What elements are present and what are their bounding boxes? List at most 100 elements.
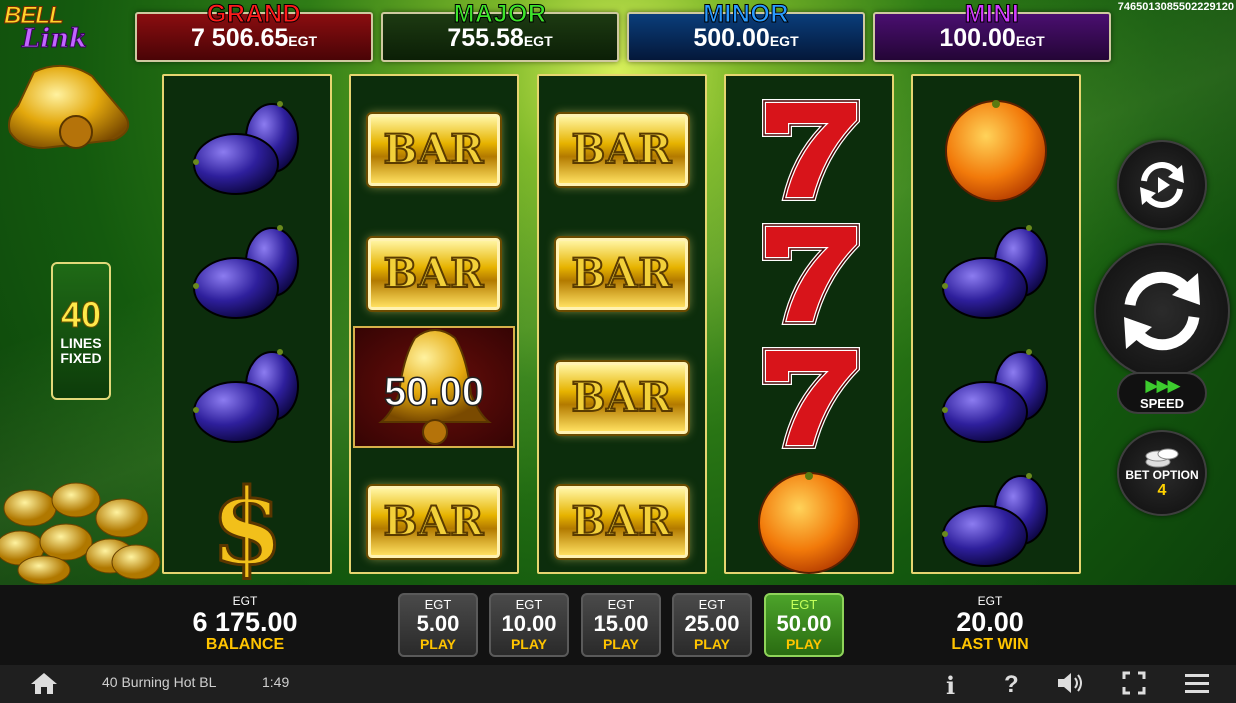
last-win-label: LAST WIN xyxy=(951,636,1029,653)
reel-cell: BAR xyxy=(539,460,705,583)
spin-icon xyxy=(1124,271,1200,351)
jackpot-major: MAJOR 755.58EGT xyxy=(381,0,619,62)
plum-icon xyxy=(193,100,299,195)
autoplay-icon xyxy=(1140,162,1184,208)
reel-2: BAR BAR 50.00 BAR xyxy=(349,74,519,574)
bar-label: BAR xyxy=(382,125,485,174)
bet-button[interactable]: EGT 15.00 PLAY xyxy=(581,593,661,657)
home-icon[interactable] xyxy=(30,671,58,695)
bet-button[interactable]: EGT 25.00 PLAY xyxy=(672,593,752,657)
menu-icon[interactable] xyxy=(1184,671,1210,695)
bet-play-label: PLAY xyxy=(419,636,457,652)
bet-button[interactable]: EGT 10.00 PLAY xyxy=(489,593,569,657)
bet-currency: EGT xyxy=(607,597,635,612)
bar-label: BAR xyxy=(570,373,673,422)
balance-currency: EGT xyxy=(232,594,258,608)
jackpot-minor: MINOR 500.00EGT xyxy=(627,0,865,62)
reel-1: $ xyxy=(162,74,332,589)
bet-button[interactable]: EGT 50.00 PLAY xyxy=(764,593,844,657)
last-win: EGT 20.00 LAST WIN xyxy=(920,594,1060,654)
last-win-amount: 20.00 xyxy=(956,607,1024,637)
reel-cell xyxy=(726,460,892,583)
bet-play-label: PLAY xyxy=(510,636,548,652)
plum-icon xyxy=(942,348,1048,443)
balance-amount: 6 175.00 xyxy=(192,607,298,637)
help-icon[interactable]: ? xyxy=(1004,671,1019,699)
bet-amount: 15.00 xyxy=(593,611,649,636)
clock: 1:49 xyxy=(262,674,290,690)
bet-currency: EGT xyxy=(790,597,818,612)
bar-label: BAR xyxy=(570,249,673,298)
bet-play-label: PLAY xyxy=(602,636,640,652)
reel-cell xyxy=(726,88,892,211)
reel-cell xyxy=(913,336,1079,459)
session-id: 7465013085502229120 xyxy=(1117,1,1234,13)
speed-icon: ▶▶▶ xyxy=(1145,376,1180,395)
bar-label: BAR xyxy=(382,497,485,546)
reel-cell xyxy=(913,460,1079,583)
balance: EGT 6 175.00 BALANCE xyxy=(160,594,330,654)
speed-button[interactable]: ▶▶▶ SPEED xyxy=(1117,372,1207,414)
bar-symbol: BAR xyxy=(556,237,688,310)
seven-icon xyxy=(762,346,860,449)
bet-amount: 5.00 xyxy=(416,611,460,636)
reel-cell: BAR xyxy=(539,88,705,211)
sound-icon[interactable] xyxy=(1056,671,1086,695)
bet-play-label: PLAY xyxy=(785,636,823,652)
bet-button[interactable]: EGT 5.00 PLAY xyxy=(398,593,478,657)
coin-stack-icon xyxy=(1145,448,1179,468)
bar-symbol: BAR xyxy=(556,485,688,558)
bet-amount: 25.00 xyxy=(684,611,740,636)
bet-play-label: PLAY xyxy=(693,636,731,652)
bar-symbol: BAR xyxy=(368,237,500,310)
bell-bonus-symbol: 50.00 xyxy=(353,326,515,448)
jackpot-minor-currency: EGT xyxy=(769,33,799,49)
logo-line-2: Link xyxy=(21,24,88,55)
fullscreen-icon[interactable] xyxy=(1122,671,1146,695)
svg-text:$: $ xyxy=(211,465,283,588)
bar-symbol: BAR xyxy=(556,113,688,186)
reel-cell: BAR xyxy=(539,336,705,459)
game-name: 40 Burning Hot BL xyxy=(102,674,217,690)
last-win-currency: EGT xyxy=(977,594,1003,608)
jackpot-grand: GRAND 7 506.65EGT xyxy=(135,0,373,62)
balance-label: BALANCE xyxy=(205,636,285,653)
dollar-icon: $ xyxy=(209,463,284,589)
bottom-bar: EGT 6 175.00 BALANCE EGT 5.00 PLAY EGT 10.00… xyxy=(0,585,1236,665)
reel-cell xyxy=(726,212,892,335)
plum-icon xyxy=(942,472,1048,567)
game-stage: BELL Link 7465013085502229120 GRAND 7 50… xyxy=(0,0,1236,703)
reel-cell xyxy=(164,88,330,211)
spin-button[interactable] xyxy=(1094,243,1230,379)
bet-currency: EGT xyxy=(424,597,452,612)
orange-icon xyxy=(758,471,860,574)
jackpot-mini: MINI 100.00EGT xyxy=(873,0,1111,62)
bar-symbol: BAR xyxy=(556,361,688,434)
bar-label: BAR xyxy=(570,125,673,174)
bar-symbol: BAR xyxy=(368,113,500,186)
reel-cell xyxy=(726,336,892,459)
reel-5 xyxy=(911,74,1081,574)
reel-cell: BAR xyxy=(351,212,517,335)
bet-amount: 50.00 xyxy=(776,611,832,636)
bar-label: BAR xyxy=(382,249,485,298)
bet-amount: 10.00 xyxy=(501,611,557,636)
plum-icon xyxy=(193,348,299,443)
bell-value: 50.00 xyxy=(383,369,485,415)
bet-option-button[interactable]: BET OPTION 4 xyxy=(1117,430,1207,516)
reel-cell xyxy=(164,212,330,335)
lines-fixed-panel: 40 LINES FIXED xyxy=(51,262,111,400)
info-icon[interactable]: i xyxy=(946,671,955,700)
reel-cell xyxy=(913,88,1079,211)
bar-label: BAR xyxy=(570,497,673,546)
speed-label: SPEED xyxy=(1139,396,1185,411)
autoplay-button[interactable] xyxy=(1117,140,1207,230)
reel-cell xyxy=(164,336,330,459)
jackpot-major-value: 755.58 xyxy=(447,24,524,52)
coin-pile-icon xyxy=(0,482,161,585)
reel-cell: $ xyxy=(164,460,330,589)
jackpot-grand-value: 7 506.65 xyxy=(190,24,289,52)
bar-symbol: BAR xyxy=(368,485,500,558)
jackpot-minor-value: 500.00 xyxy=(693,24,770,52)
jackpot-major-currency: EGT xyxy=(523,33,553,49)
